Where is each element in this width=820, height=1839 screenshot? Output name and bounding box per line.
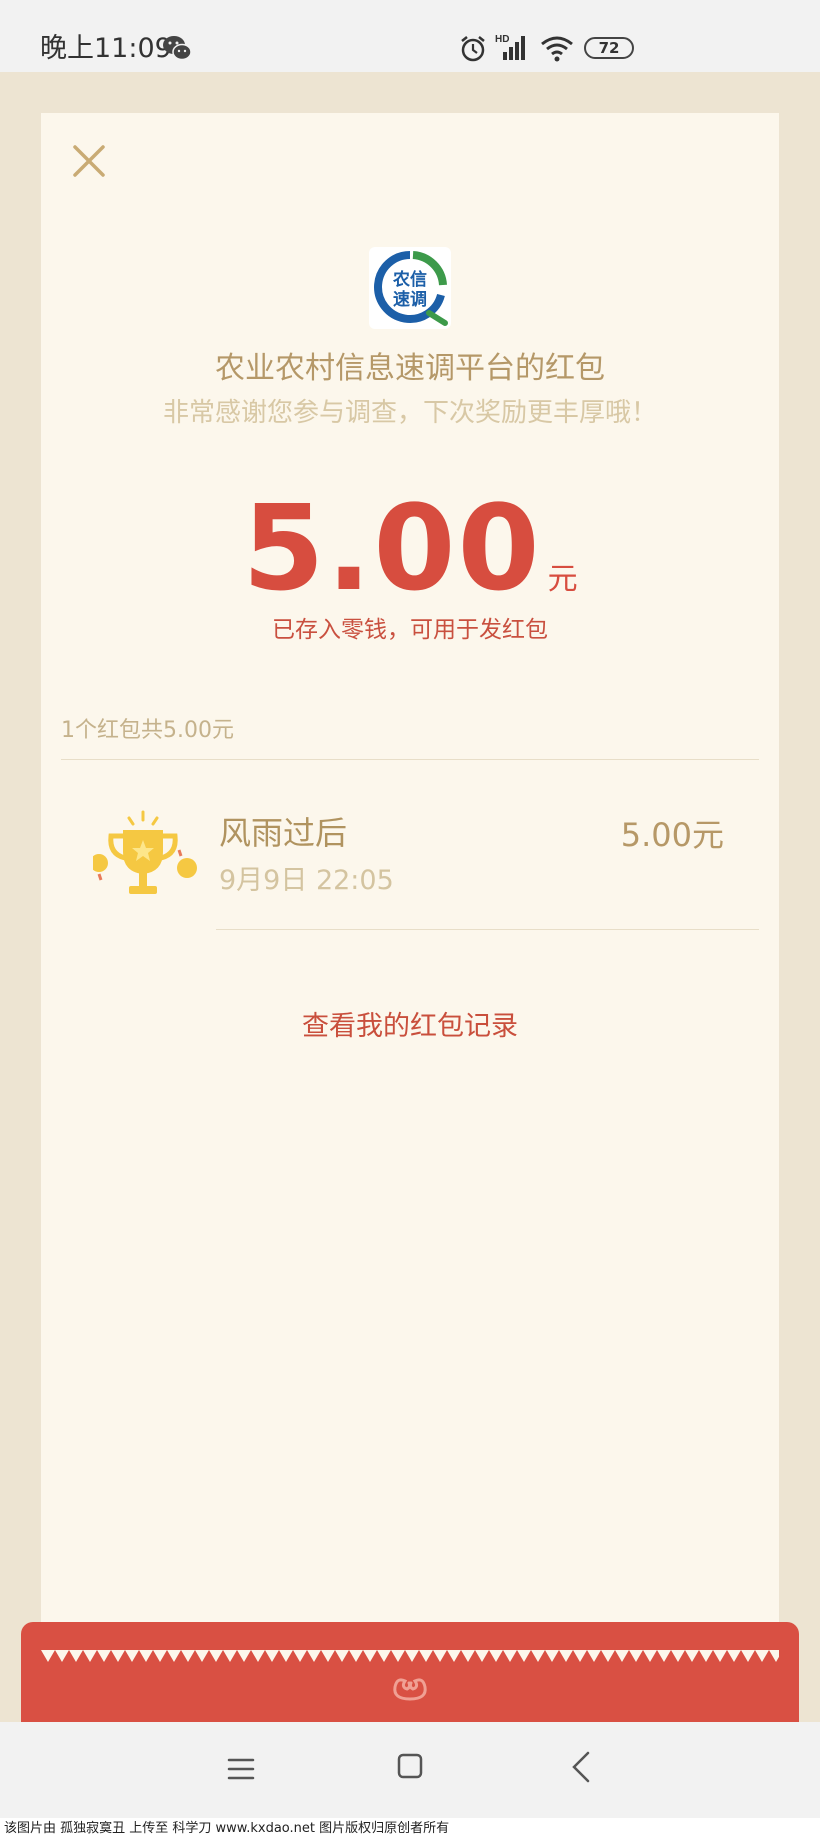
- record-sender-name: 风雨过后: [219, 814, 348, 852]
- amount-note: 已存入零钱，可用于发红包: [272, 617, 548, 643]
- record-amount: 5.00元: [620, 816, 724, 854]
- status-time: 晚上11:09: [40, 33, 172, 64]
- menu-icon[interactable]: [226, 1756, 256, 1782]
- amount-value: 5.00: [242, 479, 542, 617]
- divider: [216, 929, 759, 930]
- watermark-text: 该图片由 孤独寂寞丑 上传至 科学刀 www.kxdao.net 图片版权归原创…: [0, 1818, 820, 1839]
- sender-logo: 农信 速调: [369, 247, 451, 329]
- red-packet-card: 农信 速调 农业农村信息速调平台的红包 非常感谢您参与调查，下次奖励更丰厚哦！ …: [41, 113, 779, 1658]
- svg-text:HD: HD: [495, 34, 509, 45]
- system-nav-bar: [0, 1722, 820, 1818]
- wifi-icon: [541, 36, 573, 62]
- logo-image: 农信 速调: [374, 251, 448, 326]
- amount-unit: 元: [547, 562, 578, 597]
- record-time: 9月9日 22:05: [219, 865, 394, 896]
- sender-title: 农业农村信息速调平台的红包: [215, 351, 605, 386]
- view-history-link[interactable]: 查看我的红包记录: [41, 1008, 779, 1046]
- trophy-icon: [93, 810, 197, 894]
- status-bar: 晚上11:09 HD 72: [0, 0, 820, 72]
- battery-indicator: 72: [584, 37, 634, 59]
- home-icon[interactable]: [396, 1752, 424, 1780]
- alarm-icon: [461, 36, 485, 62]
- back-icon[interactable]: [570, 1750, 592, 1784]
- packet-summary: 1个红包共5.00元: [61, 718, 234, 743]
- close-icon[interactable]: [71, 143, 107, 179]
- cloud-ornament-icon: [393, 1678, 427, 1701]
- zigzag-edge: [41, 1650, 779, 1662]
- svg-text:速调: 速调: [393, 289, 427, 310]
- signal-icon: HD: [495, 34, 525, 60]
- svg-text:农信: 农信: [392, 269, 427, 290]
- sender-message: 非常感谢您参与调查，下次奖励更丰厚哦！: [162, 398, 657, 428]
- wechat-icon: [163, 36, 192, 61]
- divider: [61, 759, 759, 760]
- amount-display: 5.00 元: [41, 483, 779, 613]
- envelope-bottom: [21, 1622, 799, 1722]
